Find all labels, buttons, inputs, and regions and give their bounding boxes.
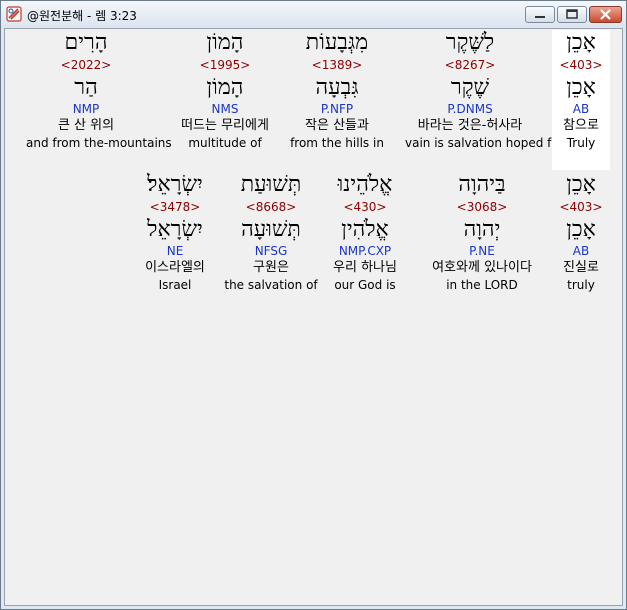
window-title: @원전분해 - 렘 3:23 xyxy=(27,9,137,23)
app-icon xyxy=(6,6,22,22)
grammar-code: NMP xyxy=(72,102,100,116)
hebrew-lemma: הַר xyxy=(74,75,98,100)
hebrew-lemma: אָכֵן xyxy=(566,75,596,100)
hebrew-word: אָכֵן xyxy=(566,172,596,197)
korean-gloss: 떠드는 무리에게 xyxy=(181,118,269,133)
strong-number[interactable]: <2022> xyxy=(26,58,146,73)
strong-number[interactable]: <3068> xyxy=(417,200,547,215)
grammar-code: P.NFP xyxy=(320,102,354,116)
korean-gloss: 작은 산들과 xyxy=(305,118,369,133)
hebrew-word: מִגְּבָעוֹת xyxy=(305,30,369,55)
word-column-selected[interactable]: אָכֵן <403> אָכֵן AB 참으로 Truly xyxy=(552,30,610,170)
hebrew-word: אָכֵן xyxy=(566,30,596,55)
word-column[interactable]: בַּיהוָה <3068> יְהוָה P.NE 여호와께 있나이다 in… xyxy=(417,172,547,312)
grammar-code: AB xyxy=(572,102,590,116)
close-icon xyxy=(600,9,611,20)
hebrew-word: אֱלֹהֵינוּ xyxy=(337,172,393,197)
strong-number[interactable]: <430> xyxy=(305,200,425,215)
hebrew-lemma: יְהוָה xyxy=(463,217,501,242)
word-column[interactable]: הָמוֹן <1995> הָמוֹן NMS 떠드는 무리에게 multit… xyxy=(165,30,285,170)
hebrew-word: בַּיהוָה xyxy=(458,172,506,197)
korean-gloss: 바라는 것은-허사라 xyxy=(417,118,523,133)
close-button[interactable] xyxy=(589,6,622,23)
strong-number[interactable]: <1995> xyxy=(165,58,285,73)
korean-gloss: 우리 하나님 xyxy=(333,260,397,275)
hebrew-lemma: שֶׁקֶר xyxy=(450,75,490,100)
title-bar[interactable]: @원전분해 - 렘 3:23 xyxy=(1,1,626,28)
english-gloss: vain is salvation hoped for xyxy=(405,136,564,150)
strong-number[interactable]: <403> xyxy=(552,200,610,215)
strong-number[interactable]: <8267> xyxy=(405,58,535,73)
maximize-icon xyxy=(566,9,578,19)
english-gloss: our God is xyxy=(334,278,396,292)
hebrew-lemma: אֱלֹהִין xyxy=(341,217,389,242)
word-column[interactable]: מִגְּבָעוֹת <1389> גִּבְעָה P.NFP 작은 산들과… xyxy=(277,30,397,170)
hebrew-lemma: אָכֵן xyxy=(566,217,596,242)
word-column[interactable]: הָרִים <2022> הַר NMP 큰 산 위의 and from th… xyxy=(26,30,172,170)
english-gloss: Truly xyxy=(566,136,596,150)
grammar-code: NMS xyxy=(211,102,239,116)
korean-gloss: 큰 산 위의 xyxy=(57,118,115,133)
hebrew-lemma: גִּבְעָה xyxy=(315,75,359,100)
interlinear-view: הָרִים <2022> הַר NMP 큰 산 위의 and from th… xyxy=(4,28,623,606)
minimize-icon xyxy=(535,16,545,18)
english-gloss: multitude of xyxy=(188,136,262,150)
strong-number[interactable]: <403> xyxy=(552,58,610,73)
grammar-code: AB xyxy=(572,244,590,258)
grammar-code: P.NE xyxy=(469,244,495,258)
korean-gloss: 여호와께 있나이다 xyxy=(432,260,532,275)
korean-gloss: 진실로 xyxy=(563,260,599,275)
grammar-code: NMP.CXP xyxy=(338,244,392,258)
english-gloss: and from the-mountains xyxy=(26,136,172,150)
word-column[interactable]: אֱלֹהֵינוּ <430> אֱלֹהִין NMP.CXP 우리 하나님… xyxy=(305,172,425,312)
hebrew-lemma: הָמוֹן xyxy=(206,75,244,100)
grammar-code: P.DNMS xyxy=(447,102,493,116)
word-column[interactable]: לַשֶּׁקֶר <8267> שֶׁקֶר P.DNMS 바라는 것은-허사… xyxy=(405,30,564,170)
strong-number[interactable]: <1389> xyxy=(277,58,397,73)
english-gloss: truly xyxy=(567,278,595,292)
english-gloss: from the hills in xyxy=(290,136,384,150)
hebrew-word: הָרִים xyxy=(64,30,108,55)
hebrew-word: הָמוֹן xyxy=(206,30,244,55)
word-column[interactable]: אָכֵן <403> אָכֵן AB 진실로 truly xyxy=(552,172,610,312)
hebrew-word: לַשֶּׁקֶר xyxy=(445,30,495,55)
minimize-button[interactable] xyxy=(525,6,555,23)
main-window: @원전분해 - 렘 3:23 הָרִים <2022> הַר NMP 큰 산… xyxy=(0,0,627,610)
maximize-button[interactable] xyxy=(557,6,587,23)
english-gloss: in the LORD xyxy=(446,278,518,292)
korean-gloss: 참으로 xyxy=(563,118,599,133)
